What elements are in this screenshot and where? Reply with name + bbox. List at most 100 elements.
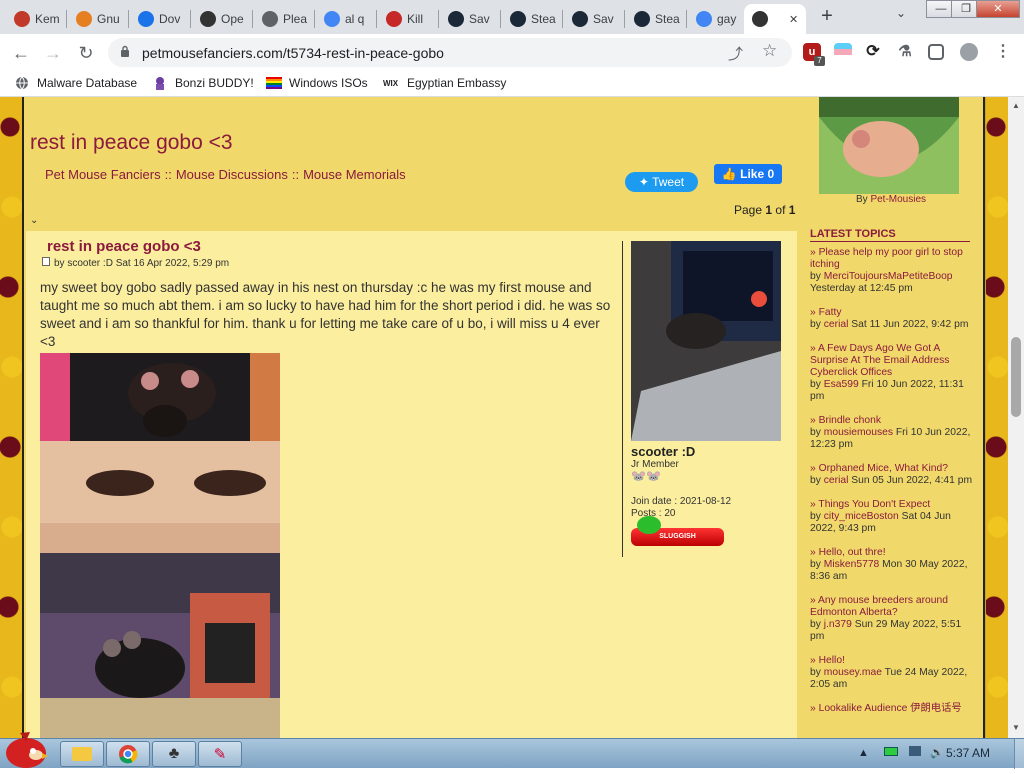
topic-title-link[interactable]: » Hello, out thre! (810, 547, 975, 559)
bookmark-egyptian-embassy[interactable]: WIX Egyptian Embassy (383, 76, 506, 90)
start-button-angry-bird-icon[interactable] (2, 731, 48, 769)
side-panel-icon[interactable] (928, 44, 944, 60)
taskbar-paint[interactable]: ✎ (198, 741, 242, 767)
topic-title-link[interactable]: » Brindle chonk (810, 415, 975, 427)
reload-button[interactable]: ↻ (73, 40, 99, 66)
tab-label: Stea (655, 12, 680, 26)
tweet-label: Tweet (652, 175, 685, 189)
tab-label: Gnu (97, 12, 120, 26)
topic-title-link[interactable]: » A Few Days Ago We Got A Surprise At Th… (810, 343, 975, 379)
author-name[interactable]: scooter :D (631, 444, 695, 459)
menu-kebab-icon[interactable]: ⋮ (994, 43, 1012, 61)
post-image-mouse-on-hat[interactable] (40, 353, 280, 553)
breadcrumb-pet-mouse-fanciers[interactable]: Pet Mouse Fanciers (45, 167, 161, 182)
topic-user-link[interactable]: Esa599 (824, 379, 859, 390)
browser-tab[interactable]: al q (316, 4, 376, 34)
topic-title-link[interactable]: » Things You Don't Expect (810, 499, 975, 511)
facebook-like-button[interactable]: 👍 Like 0 (714, 164, 782, 184)
profile-avatar-icon[interactable] (960, 43, 978, 61)
post-image-mouse-in-hay[interactable] (40, 553, 280, 738)
flag-extension-icon[interactable] (834, 43, 852, 61)
topic-user-link[interactable]: MerciToujoursMaPetiteBoop (824, 271, 953, 282)
battery-icon[interactable] (883, 747, 898, 756)
url-text[interactable]: petmousefanciers.com/t5734-rest-in-peace… (142, 45, 444, 61)
topic-user-link[interactable]: j.n379 (824, 619, 852, 630)
close-window-button[interactable]: ✕ (976, 0, 1020, 18)
browser-tab[interactable]: Stea (502, 4, 562, 34)
topic-title-link[interactable]: » Orphaned Mice, What Kind? (810, 463, 975, 475)
scroll-up-arrow-icon[interactable]: ▲ (1012, 101, 1020, 110)
taskbar-clock[interactable]: 5:37 AM (946, 746, 990, 760)
breadcrumb-mouse-discussions[interactable]: Mouse Discussions (176, 167, 288, 182)
thread-header: rest in peace gobo <3 Pet Mouse Fanciers… (26, 97, 797, 229)
bookmark-windows-isos[interactable]: Windows ISOs (266, 76, 368, 90)
tab-separator (376, 10, 377, 28)
topic-title-link[interactable]: » Please help my poor girl to stop itchi… (810, 247, 975, 271)
topic-user-link[interactable]: mousey.mae (824, 667, 882, 678)
sync-extension-icon[interactable]: ⟳ (864, 43, 882, 61)
caption-user-link[interactable]: Pet-Mousies (870, 194, 926, 205)
topic-user-link[interactable]: city_miceBoston (824, 511, 899, 522)
sidebar: By Pet-Mousies LATEST TOPICS » Please he… (799, 97, 983, 738)
topic-title-link[interactable]: » Lookalike Audience 伊朗电话号 (810, 703, 975, 715)
address-bar[interactable]: petmousefanciers.com/t5734-rest-in-peace… (108, 38, 792, 67)
browser-tab[interactable]: Sav (564, 4, 624, 34)
browser-tab[interactable]: Kem (6, 4, 66, 34)
browser-tab[interactable]: ✕ (744, 4, 806, 34)
bookmark-bonzi-buddy[interactable]: Bonzi BUDDY! (152, 76, 254, 90)
tray-expand-icon[interactable]: ▲ (858, 747, 869, 759)
topic-user-link[interactable]: cerial (824, 319, 849, 330)
tweet-button[interactable]: ✦ Tweet (625, 172, 698, 192)
sidebar-featured-image[interactable] (819, 97, 959, 194)
post-title[interactable]: rest in peace gobo <3 (47, 238, 201, 255)
browser-tab[interactable]: Sav (440, 4, 500, 34)
close-tab-icon[interactable]: ✕ (789, 13, 798, 26)
share-icon[interactable]: ⤴ (728, 43, 743, 64)
topic-byline: by j.n379 Sun 29 May 2022, 5:51 pm (810, 619, 975, 643)
topic-byline: by mousey.mae Tue 24 May 2022, 2:05 am (810, 667, 975, 691)
globe-icon (16, 76, 28, 90)
latest-topic-item: » Brindle chonk by mousiemouses Fri 10 Ju… (810, 415, 975, 451)
tab-label: Plea (283, 12, 308, 26)
breadcrumb-mouse-memorials[interactable]: Mouse Memorials (303, 167, 406, 182)
new-tab-button[interactable]: + (816, 5, 838, 27)
browser-tab[interactable]: Plea (254, 4, 314, 34)
bookmark-star-icon[interactable]: ☆ (762, 41, 777, 61)
author-avatar[interactable] (631, 241, 781, 441)
bookmark-label: Windows ISOs (289, 76, 368, 90)
browser-tab[interactable]: Dov (130, 4, 190, 34)
system-tray: ▲ 🔊 (858, 746, 944, 759)
like-label: Like 0 (740, 167, 775, 181)
scroll-down-arrow-icon[interactable]: ▼ (1012, 723, 1020, 732)
taskbar-game-app[interactable]: ♣ (152, 741, 196, 767)
browser-tab[interactable]: Kill (378, 4, 438, 34)
scrollbar-thumb[interactable] (1011, 337, 1021, 417)
back-button[interactable]: ← (8, 40, 34, 66)
scroll-arrow-icon[interactable]: ⌄ (30, 215, 38, 226)
topic-title-link[interactable]: » Fatty (810, 307, 975, 319)
topic-user-link[interactable]: cerial (824, 475, 849, 486)
puzzle-extensions-icon[interactable]: ⚗ (896, 43, 914, 61)
pagination-prefix: Page (734, 203, 763, 217)
lock-icon (121, 45, 129, 57)
taskbar-explorer[interactable] (60, 741, 104, 767)
network-icon[interactable] (909, 746, 922, 756)
browser-tab[interactable]: Ope (192, 4, 252, 34)
taskbar-chrome[interactable] (106, 741, 150, 767)
topic-title-link[interactable]: » Hello! (810, 655, 975, 667)
avatar-photo (631, 241, 781, 441)
browser-tab[interactable]: Gnu (68, 4, 128, 34)
topic-user-link[interactable]: Misken5778 (824, 559, 880, 570)
tab-search-chevron-icon[interactable]: ⌄ (896, 6, 906, 20)
browser-tab[interactable]: Stea (626, 4, 686, 34)
topic-title-link[interactable]: » Any mouse breeders around Edmonton Alb… (810, 595, 975, 619)
show-desktop-button[interactable] (1014, 739, 1024, 769)
topic-by-word: by (810, 511, 821, 522)
browser-tab[interactable]: gay (688, 4, 748, 34)
topic-user-link[interactable]: mousiemouses (824, 427, 893, 438)
tab-separator (190, 10, 191, 28)
forward-button[interactable]: → (40, 40, 66, 66)
volume-icon[interactable]: 🔊 (930, 747, 944, 759)
page-scrollbar[interactable]: ▲ ▼ (1008, 97, 1024, 738)
bookmark-malware-database[interactable]: Malware Database (14, 76, 137, 90)
